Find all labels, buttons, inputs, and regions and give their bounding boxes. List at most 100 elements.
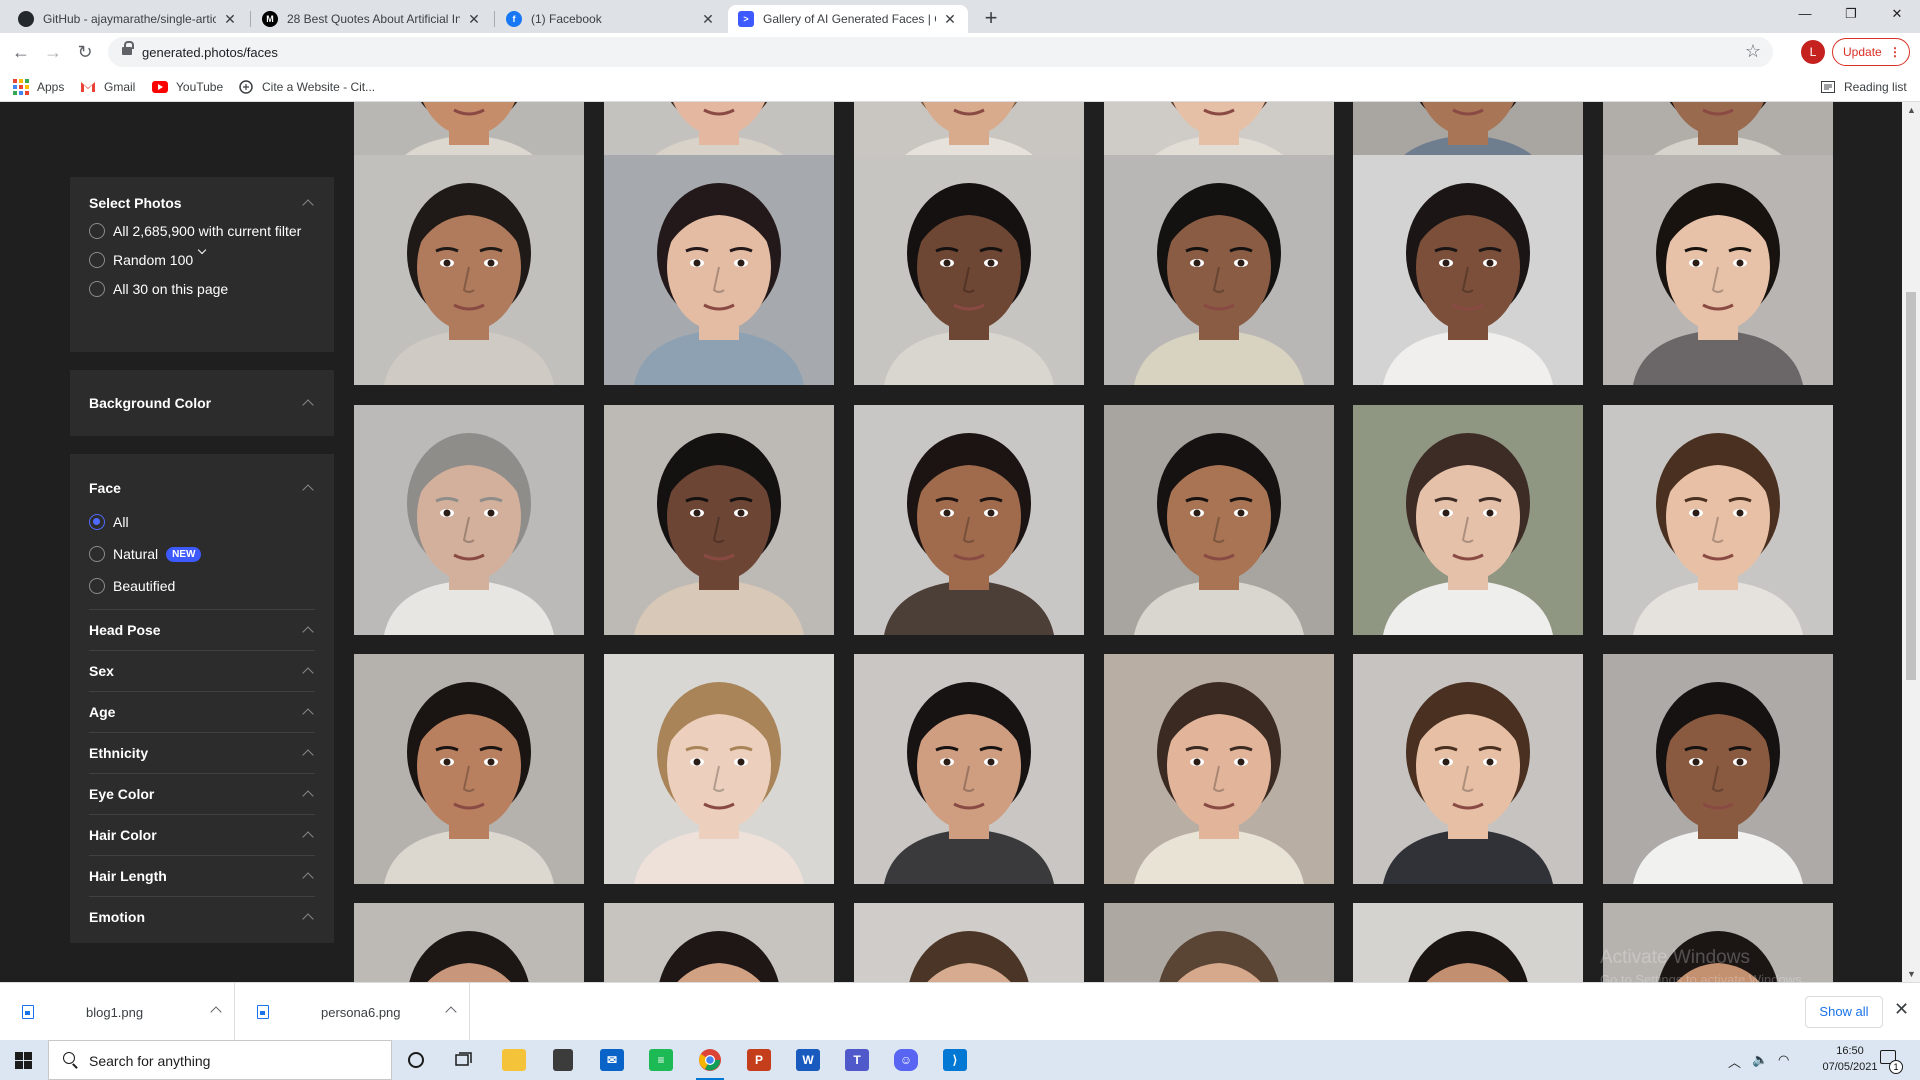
face-photo[interactable] xyxy=(1104,903,1334,982)
tab-facebook[interactable]: f (1) Facebook ✕ xyxy=(496,5,726,33)
background-color-header[interactable]: Background Color xyxy=(89,391,315,415)
head-pose-section[interactable]: Head Pose xyxy=(89,609,315,650)
face-photo[interactable] xyxy=(604,405,834,635)
bookmark-youtube[interactable]: YouTube xyxy=(152,78,223,96)
face-photo[interactable] xyxy=(1603,405,1833,635)
new-tab-button[interactable]: + xyxy=(977,5,1005,33)
face-photo[interactable] xyxy=(604,903,834,982)
volume-icon[interactable]: 🔈 xyxy=(1752,1052,1768,1068)
chrome-button[interactable] xyxy=(686,1040,734,1080)
close-tab-icon[interactable]: ✕ xyxy=(700,11,716,28)
back-button[interactable]: ← xyxy=(8,39,34,65)
radio-button[interactable] xyxy=(89,546,105,562)
radio-button[interactable] xyxy=(89,252,105,268)
emotion-section[interactable]: Emotion xyxy=(89,896,315,937)
face-beautified-option[interactable]: Beautified xyxy=(89,576,315,597)
select-random-option[interactable]: Random 100 xyxy=(89,245,315,271)
face-photo[interactable] xyxy=(1603,654,1833,884)
download-item[interactable]: blog1.png xyxy=(0,983,235,1041)
face-photo[interactable] xyxy=(1104,405,1334,635)
face-photo[interactable] xyxy=(854,405,1084,635)
clock[interactable]: 16:50 07/05/2021 xyxy=(1810,1043,1890,1075)
store-button[interactable] xyxy=(539,1040,587,1080)
close-downloads-icon[interactable]: ✕ xyxy=(1894,999,1909,1020)
scroll-up-arrow[interactable]: ▲ xyxy=(1907,105,1916,115)
face-photo[interactable] xyxy=(1603,155,1833,385)
face-all-option[interactable]: All xyxy=(89,512,315,533)
close-tab-icon[interactable]: ✕ xyxy=(466,11,482,28)
download-item[interactable]: persona6.png xyxy=(235,983,470,1041)
tab-github[interactable]: GitHub - ajaymarathe/single-artic ✕ xyxy=(8,5,248,33)
close-tab-icon[interactable]: ✕ xyxy=(942,11,958,28)
vscode-button[interactable]: ⟩ xyxy=(931,1040,979,1080)
face-photo[interactable] xyxy=(354,405,584,635)
teams-button[interactable]: T xyxy=(833,1040,881,1080)
mail-button[interactable]: ✉ xyxy=(588,1040,636,1080)
hair-color-section[interactable]: Hair Color xyxy=(89,814,315,855)
url-text[interactable]: generated.photos/faces xyxy=(142,45,278,60)
bookmark-gmail[interactable]: Gmail xyxy=(80,78,135,96)
bookmark-apps[interactable]: Apps xyxy=(13,78,64,96)
wifi-icon[interactable]: ◠ xyxy=(1778,1052,1789,1068)
face-header[interactable]: Face xyxy=(89,476,315,500)
bookmark-star-icon[interactable]: ☆ xyxy=(1745,41,1761,62)
select-all-filter-option[interactable]: All 2,685,900 with current filter xyxy=(89,221,315,242)
select-photos-header[interactable]: Select Photos xyxy=(89,191,315,215)
face-photo[interactable] xyxy=(354,155,584,385)
discord-button[interactable]: ☺ xyxy=(882,1040,930,1080)
face-photo[interactable] xyxy=(1353,654,1583,884)
eye-color-section[interactable]: Eye Color xyxy=(89,773,315,814)
scrollbar-thumb[interactable] xyxy=(1906,292,1916,680)
face-photo[interactable] xyxy=(354,654,584,884)
face-photo[interactable] xyxy=(354,903,584,982)
sex-section[interactable]: Sex xyxy=(89,650,315,691)
powerpoint-button[interactable]: P xyxy=(735,1040,783,1080)
radio-button[interactable] xyxy=(89,578,105,594)
face-photo[interactable] xyxy=(1104,155,1334,385)
show-all-button[interactable]: Show all xyxy=(1805,996,1883,1028)
taskbar-search[interactable]: Search for anything xyxy=(48,1040,392,1080)
cortana-button[interactable] xyxy=(392,1040,440,1080)
tab-medium[interactable]: M 28 Best Quotes About Artificial In ✕ xyxy=(252,5,492,33)
face-photo[interactable] xyxy=(604,654,834,884)
face-photo[interactable] xyxy=(1353,155,1583,385)
forward-button[interactable]: → xyxy=(40,39,66,65)
radio-button[interactable] xyxy=(89,281,105,297)
chevron-down-icon[interactable] xyxy=(197,245,207,255)
face-photo[interactable] xyxy=(854,654,1084,884)
bookmark-cite[interactable]: Cite a Website - Cit... xyxy=(238,78,375,96)
hair-length-section[interactable]: Hair Length xyxy=(89,855,315,896)
reload-button[interactable]: ↻ xyxy=(72,39,98,65)
close-window-button[interactable]: ✕ xyxy=(1874,0,1920,30)
spotify-button[interactable]: ≡ xyxy=(637,1040,685,1080)
start-button[interactable] xyxy=(0,1040,48,1080)
minimize-button[interactable]: — xyxy=(1782,0,1828,30)
face-photo[interactable] xyxy=(854,903,1084,982)
face-natural-option[interactable]: Natural NEW xyxy=(89,544,315,565)
face-photo[interactable] xyxy=(1353,903,1583,982)
face-photo[interactable] xyxy=(854,155,1084,385)
restore-button[interactable]: ❐ xyxy=(1828,0,1874,30)
update-button[interactable]: Update ⋮ xyxy=(1832,38,1910,66)
age-section[interactable]: Age xyxy=(89,691,315,732)
face-photo[interactable] xyxy=(1104,654,1334,884)
profile-avatar[interactable]: L xyxy=(1801,40,1825,64)
radio-button[interactable] xyxy=(89,223,105,239)
ethnicity-section[interactable]: Ethnicity xyxy=(89,732,315,773)
file-explorer-button[interactable] xyxy=(490,1040,538,1080)
background-color-panel[interactable]: Background Color xyxy=(70,370,334,436)
radio-button-selected[interactable] xyxy=(89,514,105,530)
reading-list-button[interactable]: Reading list xyxy=(1820,78,1907,96)
select-page-option[interactable]: All 30 on this page xyxy=(89,279,315,300)
face-photo[interactable] xyxy=(604,155,834,385)
chevron-up-icon[interactable] xyxy=(210,1006,222,1018)
address-bar[interactable]: generated.photos/faces ☆ xyxy=(108,37,1773,67)
task-view-button[interactable] xyxy=(440,1040,488,1080)
close-tab-icon[interactable]: ✕ xyxy=(222,11,238,28)
tab-generated-photos[interactable]: > Gallery of AI Generated Faces | G ✕ xyxy=(728,5,968,33)
scroll-down-arrow[interactable]: ▼ xyxy=(1907,969,1916,979)
word-button[interactable]: W xyxy=(784,1040,832,1080)
tray-overflow-icon[interactable]: ︿ xyxy=(1728,1052,1741,1071)
chevron-up-icon[interactable] xyxy=(445,1006,457,1018)
face-photo[interactable] xyxy=(1353,405,1583,635)
